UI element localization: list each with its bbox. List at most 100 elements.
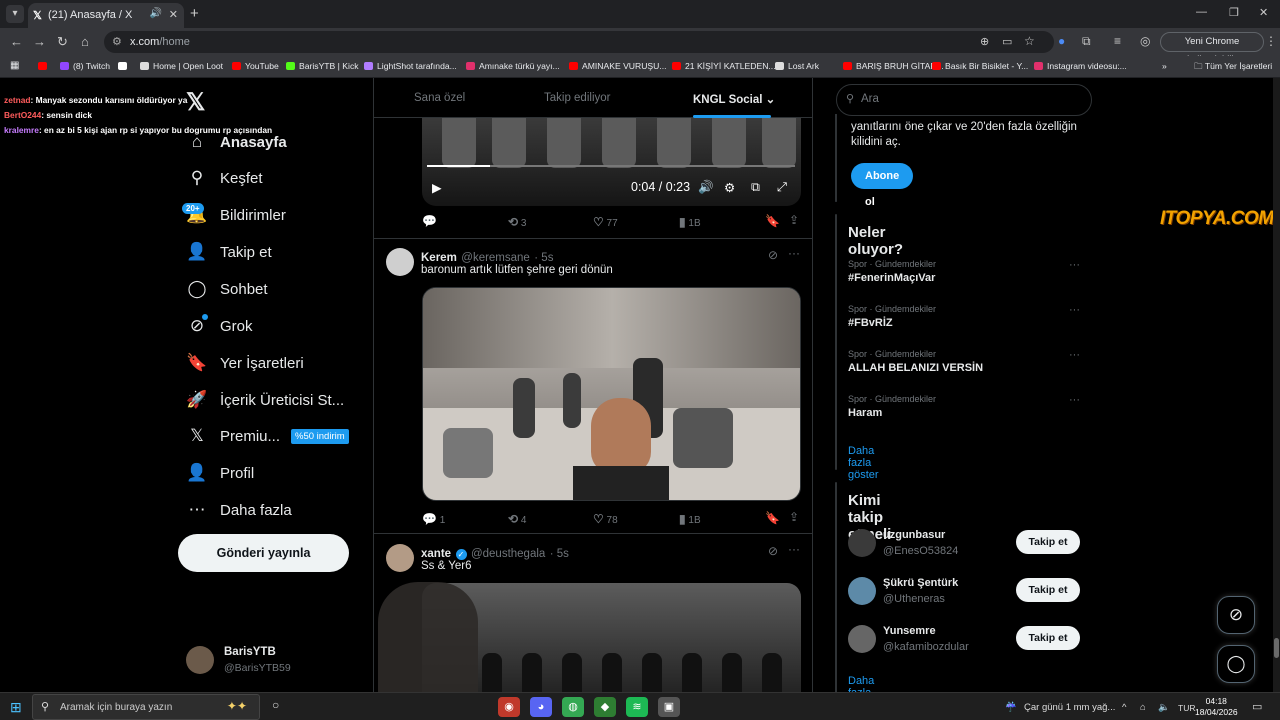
post-video[interactable]: [422, 118, 801, 206]
weather-icon[interactable]: ☔: [1005, 702, 1017, 713]
share-icon[interactable]: ⇪: [789, 213, 799, 227]
reply-icon[interactable]: 💬: [422, 214, 437, 228]
new-tab-button[interactable]: +: [190, 5, 199, 22]
bookmark-item[interactable]: (8) Twitch: [60, 61, 110, 71]
close-tab-icon[interactable]: ✕: [169, 8, 178, 21]
share-icon[interactable]: ⇪: [789, 510, 799, 524]
avatar[interactable]: [186, 646, 214, 674]
app-icon-3[interactable]: ▣: [658, 697, 680, 717]
post-image[interactable]: [422, 287, 801, 501]
windows-start-icon[interactable]: ⊞: [10, 699, 22, 716]
nav-item-1[interactable]: ⚲ Keşfet: [186, 163, 263, 193]
trend-item[interactable]: Spor · Gündemdekiler #FBvRİZ ···: [848, 304, 1080, 329]
bookmarks-overflow-icon[interactable]: »: [1162, 61, 1167, 71]
cast-icon[interactable]: ▭: [1002, 35, 1012, 48]
bookmark-item[interactable]: BARIŞ BRUH GİTAR...: [843, 61, 944, 71]
bookmark-item[interactable]: Home | Open Loot: [140, 61, 223, 71]
pip-icon[interactable]: ⧉: [751, 180, 760, 195]
task-view-icon[interactable]: ○: [272, 698, 279, 712]
show-more-trends[interactable]: Daha fazla göster: [848, 445, 879, 481]
taskbar-search-input[interactable]: ⚲ Aramak için buraya yazın ✦✦: [32, 694, 260, 720]
more-options-icon[interactable]: ···: [788, 542, 800, 556]
avatar[interactable]: [848, 625, 876, 653]
suggestion-name[interactable]: uzgunbasur: [883, 529, 945, 541]
bookmark-post-icon[interactable]: 🔖: [765, 511, 780, 525]
subscribe-button[interactable]: Abone ol: [851, 163, 914, 208]
nav-item-7[interactable]: 🚀 İçerik Üreticisi St...: [186, 385, 344, 415]
page-scrollbar[interactable]: [1273, 78, 1280, 692]
speaker-icon[interactable]: 🔊: [150, 8, 162, 19]
all-bookmarks[interactable]: 🗀 Tüm Yer İşaretleri: [1194, 61, 1272, 75]
like-button[interactable]: ♡ 78: [593, 512, 618, 526]
trend-item[interactable]: Spor · Gündemdekiler #FenerinMaçıVar ···: [848, 259, 1080, 284]
more-options-icon[interactable]: ···: [1069, 349, 1080, 361]
chrome-icon[interactable]: ◍: [562, 697, 584, 717]
extensions-puzzle-icon[interactable]: ⧉: [1082, 34, 1091, 49]
tab-kngl-social[interactable]: KNGL Social ⌄: [693, 92, 775, 106]
browser-tab[interactable]: 𝕏 (21) Anasayfa / X 🔊 ✕: [28, 3, 184, 28]
nav-item-4[interactable]: ◯ Sohbet: [186, 274, 267, 304]
bookmark-item[interactable]: AMINAKE VURUŞU...: [569, 61, 667, 71]
nav-item-0[interactable]: ⌂ Anasayfa: [186, 127, 287, 157]
bookmark-item[interactable]: Instagram videosu:...: [1034, 61, 1127, 71]
grok-post-icon[interactable]: ⊘: [768, 544, 778, 558]
author-handle[interactable]: @deusthegala: [471, 548, 545, 560]
suggestion-name[interactable]: Yunsemre: [883, 625, 936, 637]
repost-button[interactable]: ⟲ 3: [508, 215, 526, 229]
volume-tray-icon[interactable]: 🔈: [1158, 702, 1170, 713]
post-time[interactable]: · 5s: [534, 252, 553, 264]
scrollbar-thumb[interactable]: [1274, 638, 1279, 658]
follow-button[interactable]: Takip et: [1016, 626, 1080, 650]
trend-item[interactable]: Spor · Gündemdekiler ALLAH BELANIZI VERSİ…: [848, 349, 1080, 374]
more-options-icon[interactable]: ···: [1069, 259, 1080, 271]
apps-grid-icon[interactable]: ▦: [10, 60, 19, 71]
trend-item[interactable]: Spor · Gündemdekiler Haram ···: [848, 394, 1080, 419]
weather-text[interactable]: Çar günü 1 mm yağ...: [1024, 702, 1115, 713]
tab-following[interactable]: Takip ediliyor: [544, 92, 610, 104]
bookmark-item[interactable]: LightShot tarafında...: [364, 61, 457, 71]
language-indicator[interactable]: TUR: [1178, 703, 1195, 713]
post-time[interactable]: · 5s: [550, 548, 569, 560]
clock[interactable]: 04:18 18/04/2026: [1195, 696, 1238, 718]
search-input[interactable]: ⚲ Ara: [836, 84, 1092, 116]
grok-float-button[interactable]: ⊘: [1217, 596, 1255, 634]
follow-button[interactable]: Takip et: [1016, 530, 1080, 554]
views-button[interactable]: ▮ 1B: [679, 512, 701, 526]
discord-icon[interactable]: ◕: [530, 697, 552, 717]
reply-button[interactable]: 💬 1: [422, 512, 445, 526]
tab-search-button[interactable]: ▾: [6, 5, 24, 23]
tray-overflow-icon[interactable]: ^: [1122, 702, 1126, 713]
avatar[interactable]: [386, 248, 414, 276]
follow-button[interactable]: Takip et: [1016, 578, 1080, 602]
star-icon[interactable]: ☆: [1024, 34, 1035, 48]
more-options-icon[interactable]: ···: [1069, 304, 1080, 316]
network-icon[interactable]: ⌂: [1140, 702, 1146, 713]
settings-icon[interactable]: ⚙: [724, 180, 735, 195]
spotify-icon[interactable]: ≋: [626, 697, 648, 717]
fullscreen-icon[interactable]: ⤢: [777, 180, 787, 195]
nav-item-3[interactable]: 👤 Takip et: [186, 237, 271, 267]
nav-item-9[interactable]: 👤 Profil: [186, 458, 254, 488]
play-icon[interactable]: ▶: [432, 180, 442, 195]
bookmark-item[interactable]: 21 KİŞİYİ KATLEDEN...: [672, 61, 776, 71]
bookmark-item[interactable]: Lost Ark: [775, 61, 819, 71]
notification-icon[interactable]: ▭: [1252, 700, 1262, 713]
author-name[interactable]: Kerem: [421, 252, 457, 264]
suggestion-name[interactable]: Şükrü Şentürk: [883, 577, 958, 589]
zoom-icon[interactable]: ⊕: [980, 35, 989, 48]
more-options-icon[interactable]: ···: [788, 246, 800, 260]
media-icon[interactable]: ≡: [1114, 34, 1121, 48]
messages-float-button[interactable]: ◯: [1217, 645, 1255, 683]
like-button[interactable]: ♡ 77: [593, 215, 618, 229]
home-browser-icon[interactable]: ⌂: [81, 34, 89, 49]
more-options-icon[interactable]: ···: [1069, 394, 1080, 406]
forward-icon[interactable]: →: [33, 34, 46, 49]
browser-menu-icon[interactable]: ⋮: [1265, 34, 1277, 48]
post-button[interactable]: Gönderi yayınla: [178, 534, 349, 572]
x-logo-icon[interactable]: 𝕏: [186, 88, 205, 117]
back-icon[interactable]: ←: [10, 34, 23, 49]
reload-icon[interactable]: ↻: [57, 34, 68, 50]
avatar[interactable]: [848, 577, 876, 605]
nav-item-5[interactable]: ⊘ Grok: [186, 311, 253, 341]
bookmark-item[interactable]: [118, 61, 131, 71]
